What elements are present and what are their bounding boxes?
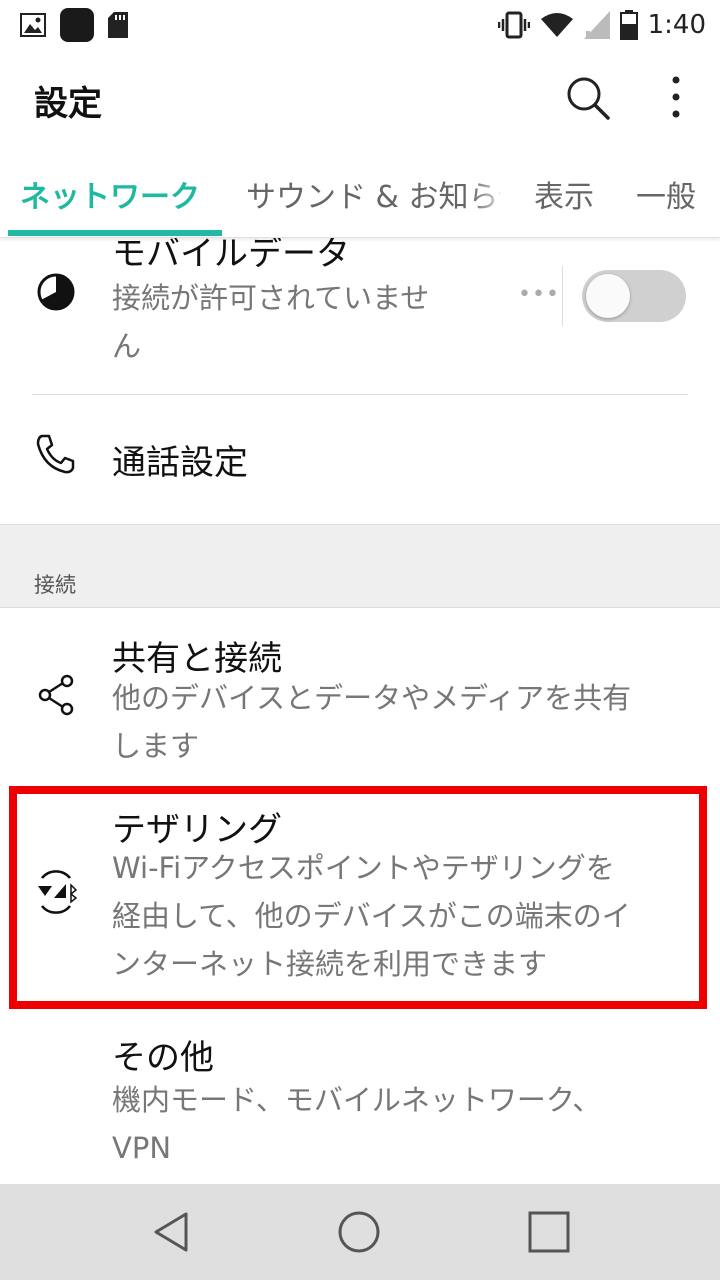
mobile-data-subtitle-1: 接続が許可されていませ	[112, 281, 430, 315]
tab-bar: ネットワーク サウンド & お知らせ 表示 一般	[0, 150, 720, 238]
wifi-icon	[540, 13, 573, 37]
app-icon	[60, 8, 94, 42]
other-subtitle-1: 機内モード、モバイルネットワーク、	[112, 1083, 602, 1117]
battery-icon	[619, 10, 638, 40]
call-settings-title: 通話設定	[112, 443, 248, 483]
tab-network[interactable]: ネットワーク	[20, 172, 200, 216]
share-icon	[38, 674, 74, 716]
search-button[interactable]	[560, 70, 616, 126]
mobile-data-more-dots[interactable]: •••	[518, 282, 560, 307]
other-title: その他	[112, 1038, 214, 1078]
back-icon[interactable]	[144, 1204, 200, 1260]
call-settings-item[interactable]: 通話設定	[0, 395, 720, 523]
other-subtitle-2: VPN	[112, 1131, 172, 1165]
other-item[interactable]: その他 機内モード、モバイルネットワーク、 VPN	[0, 1018, 720, 1184]
home-icon[interactable]	[331, 1204, 387, 1260]
search-icon	[567, 77, 610, 120]
vibrate-icon	[497, 11, 530, 39]
toggle-knob	[586, 274, 630, 318]
settings-list: モバイルデータ 接続が許可されていませ ん ••• 通話設定 接続 共有と接続	[0, 238, 720, 1184]
tab-general[interactable]: 一般	[636, 172, 696, 216]
page-title: 設定	[34, 84, 102, 124]
share-connect-subtitle-2: します	[112, 729, 200, 763]
signal-icon	[583, 11, 610, 39]
tab-indicator	[8, 230, 222, 236]
share-connect-title: 共有と接続	[112, 639, 282, 679]
status-bar: 1:40	[0, 0, 720, 50]
mobile-data-subtitle-2: ん	[112, 329, 142, 363]
status-time: 1:40	[647, 10, 706, 40]
tab-display[interactable]: 表示	[534, 172, 594, 216]
section-header-connection: 接続	[0, 524, 720, 608]
tab-fade	[470, 150, 510, 230]
navigation-bar	[0, 1184, 720, 1280]
gallery-icon	[20, 13, 46, 37]
more-vert-icon	[672, 76, 680, 118]
share-connect-item[interactable]: 共有と接続 他のデバイスとデータやメディアを共有 します	[0, 609, 720, 779]
share-connect-subtitle-1: 他のデバイスとデータやメディアを共有	[112, 681, 632, 715]
tab-sound-notifications[interactable]: サウンド & お知らせ	[246, 172, 500, 216]
sd-card-icon	[108, 12, 128, 38]
highlight-box	[9, 786, 707, 1009]
more-options-button[interactable]	[652, 70, 700, 126]
section-label: 接続	[34, 573, 76, 597]
recents-icon[interactable]	[521, 1204, 577, 1260]
app-bar: 設定	[0, 50, 720, 150]
mobile-data-item[interactable]: モバイルデータ 接続が許可されていませ ん •••	[0, 238, 720, 394]
mobile-data-title: モバイルデータ	[112, 238, 350, 274]
mobile-data-toggle[interactable]	[582, 270, 686, 322]
data-usage-icon	[37, 273, 75, 311]
phone-icon	[36, 434, 75, 474]
vertical-divider	[562, 266, 563, 326]
